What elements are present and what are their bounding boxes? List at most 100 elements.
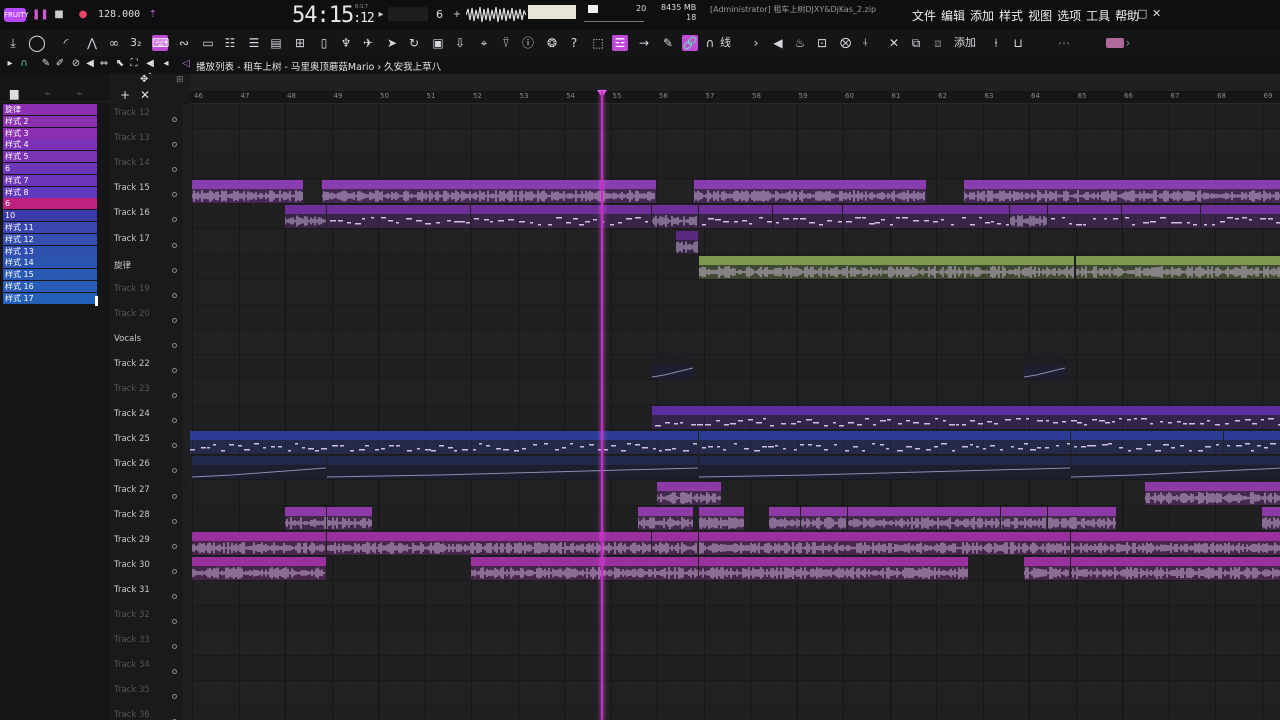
add-icon[interactable]: + bbox=[120, 88, 130, 102]
track-name[interactable]: Track 26 bbox=[114, 459, 150, 469]
pattern-selector[interactable] bbox=[388, 7, 428, 21]
stop-icon[interactable]: ■ bbox=[52, 8, 66, 22]
track-resize-grip[interactable] bbox=[183, 204, 190, 230]
playlist-clip[interactable]: VDE 128BPM Economic Drums 6 bbox=[843, 205, 1010, 229]
undo-icon[interactable]: ↻ bbox=[406, 35, 422, 51]
link-icon[interactable]: 🔗 bbox=[682, 35, 698, 51]
track-resize-grip[interactable] bbox=[183, 254, 190, 280]
playlist-clip[interactable]: MCYY - 弹跳下降 (1) bbox=[1070, 556, 1280, 580]
track-name[interactable]: Track 17 bbox=[114, 234, 150, 244]
cpu-meter-icon[interactable]: ⌖ bbox=[476, 35, 492, 51]
mute-icon[interactable]: ◀ bbox=[84, 58, 96, 70]
playlist-clip[interactable]: VFX1 Uplifter 029 bbox=[471, 556, 698, 580]
timeline-ruler[interactable]: 46 47 48 49 50 51 52 53 54 55 56 57 58 59 60 61 62 63 64 65… bbox=[190, 91, 1280, 104]
arrow-right-icon[interactable]: → bbox=[636, 35, 652, 51]
track-resize-grip[interactable] bbox=[183, 480, 190, 506]
playlist-clip[interactable] bbox=[322, 180, 656, 204]
playlist-clip[interactable]: VDE 128BPM Economic Drums 6 bbox=[471, 205, 652, 229]
picker-pattern-item[interactable]: 样式 17 bbox=[3, 292, 97, 304]
track-header[interactable]: 旋律 bbox=[110, 254, 190, 280]
track-name[interactable]: Track 33 bbox=[114, 635, 150, 645]
minimize-button[interactable]: – bbox=[1124, 7, 1130, 20]
track-header[interactable]: Track 23 bbox=[110, 380, 190, 406]
loop-icon[interactable]: ◯ bbox=[28, 35, 46, 51]
track-name[interactable]: Track 13 bbox=[114, 133, 150, 143]
track-mute-led-icon[interactable] bbox=[172, 393, 177, 399]
track-mute-led-icon[interactable] bbox=[172, 468, 177, 474]
track-mute-led-icon[interactable] bbox=[172, 443, 177, 449]
menu-options[interactable]: 选项 bbox=[1057, 7, 1081, 24]
track-mute-led-icon[interactable] bbox=[172, 644, 177, 650]
track-resize-grip[interactable] bbox=[183, 555, 190, 581]
track-name[interactable]: Track 24 bbox=[114, 409, 150, 419]
playlist-clip[interactable]: VFX1 Uplifter 029 bbox=[192, 556, 326, 580]
track-header[interactable]: Vocals bbox=[110, 329, 190, 355]
snap-icon[interactable]: ⬚ bbox=[590, 35, 606, 51]
track-resize-grip[interactable] bbox=[183, 405, 190, 431]
track-resize-grip[interactable] bbox=[183, 505, 190, 531]
playlist-clip[interactable]: dblu..ger bbox=[652, 356, 694, 379]
pencil-icon[interactable]: ✎ bbox=[40, 58, 52, 70]
track-name[interactable]: 旋律 bbox=[114, 259, 131, 271]
close-track-icon[interactable]: ✕ bbox=[140, 88, 150, 102]
picker-pattern-item[interactable]: 样式 2 bbox=[3, 115, 97, 127]
track-header[interactable]: Track 20 bbox=[110, 304, 190, 330]
playlist-clip[interactable]: KSH bbox=[1010, 205, 1047, 229]
picker-bars2-icon[interactable]: ⌁ bbox=[76, 87, 83, 100]
track-name[interactable]: Track 19 bbox=[114, 284, 150, 294]
brush-icon[interactable]: ✐ bbox=[54, 58, 66, 70]
playhead[interactable] bbox=[601, 91, 604, 720]
playlist-clip[interactable]: VDE...ums 6 bbox=[1122, 205, 1201, 229]
spider-icon[interactable]: ❂ bbox=[544, 35, 560, 51]
track-header[interactable]: Track 30 bbox=[110, 555, 190, 581]
track-lane[interactable] bbox=[190, 330, 1280, 355]
track-header[interactable]: Track 19 bbox=[110, 279, 190, 305]
picker-pattern-item[interactable]: 旋律 bbox=[3, 104, 97, 115]
track-header[interactable]: Track 15 bbox=[110, 179, 190, 205]
track-mute-led-icon[interactable] bbox=[172, 267, 177, 273]
picker-pattern-item[interactable]: 样式 8 bbox=[3, 186, 97, 198]
playlist-clip[interactable]: dblu..ger bbox=[1024, 356, 1066, 379]
playlist-clip[interactable]: CI bbox=[285, 506, 326, 530]
playlist-clip[interactable]: YY bass +++++ - FilterCtl Cutoff bbox=[1070, 456, 1280, 480]
track-name[interactable]: Track 29 bbox=[114, 535, 150, 545]
track-header[interactable]: Track 22 bbox=[110, 355, 190, 380]
track-header[interactable]: Track 35 bbox=[110, 681, 190, 707]
track-resize-grip[interactable] bbox=[183, 355, 190, 380]
playback-icon[interactable]: ◀ bbox=[144, 58, 156, 70]
playlist-clip[interactable]: 6 bbox=[652, 406, 1280, 430]
track-mute-led-icon[interactable] bbox=[172, 142, 177, 148]
headphones-icon[interactable]: ∩ bbox=[702, 35, 718, 51]
menu-tools[interactable]: 工具 bbox=[1086, 7, 1110, 24]
slide-mode-icon[interactable]: ☲ bbox=[612, 35, 628, 51]
select-icon[interactable]: ⬉ bbox=[114, 58, 126, 70]
track-name[interactable]: Track 16 bbox=[114, 208, 150, 218]
track-resize-grip[interactable] bbox=[183, 631, 190, 657]
master-pitch-slider[interactable] bbox=[584, 18, 644, 22]
track-name[interactable]: Track 22 bbox=[114, 359, 150, 369]
track-header[interactable]: Track 14 bbox=[110, 154, 190, 180]
track-name[interactable]: Track 15 bbox=[114, 183, 150, 193]
track-lane[interactable] bbox=[190, 129, 1280, 155]
picker-pattern-item[interactable]: 样式 4 bbox=[3, 139, 97, 151]
playlist-clip[interactable]: CI bbox=[652, 531, 698, 555]
track-mute-led-icon[interactable] bbox=[172, 292, 177, 298]
playlist-clip[interactable]: VFX1 Uplifter 029 bbox=[847, 506, 1001, 530]
track-mute-led-icon[interactable] bbox=[172, 117, 177, 122]
playlist-clip[interactable]: 过度进入 bbox=[638, 506, 694, 530]
playlist-clip[interactable]: CI bbox=[326, 506, 373, 530]
playlist-clip[interactable]: VFX1 bbox=[1261, 506, 1280, 530]
track-name[interactable]: Track 20 bbox=[114, 309, 150, 319]
track-name[interactable]: Vocals bbox=[114, 334, 141, 344]
playlist-clip[interactable]: VDE 128BPM Economic Drums 6 bbox=[326, 205, 470, 229]
track-header[interactable]: Track 29 bbox=[110, 530, 190, 556]
playlist-clip[interactable]: 128 說唱合成 tt23 bbox=[1075, 255, 1280, 279]
picker-scrollbar[interactable] bbox=[95, 296, 98, 306]
track-mute-led-icon[interactable] bbox=[172, 418, 177, 424]
playlist-clip[interactable]: 过度进入 bbox=[1001, 506, 1047, 530]
picker-pattern-item[interactable]: 样式 3 bbox=[3, 127, 97, 139]
record-icon[interactable]: ● bbox=[76, 8, 90, 22]
scroll-icon[interactable]: ◂ bbox=[160, 58, 172, 70]
track-name[interactable]: Track 34 bbox=[114, 660, 150, 670]
playlist-clip[interactable]: MCYY - 弹跳下降 (1) bbox=[698, 556, 968, 580]
